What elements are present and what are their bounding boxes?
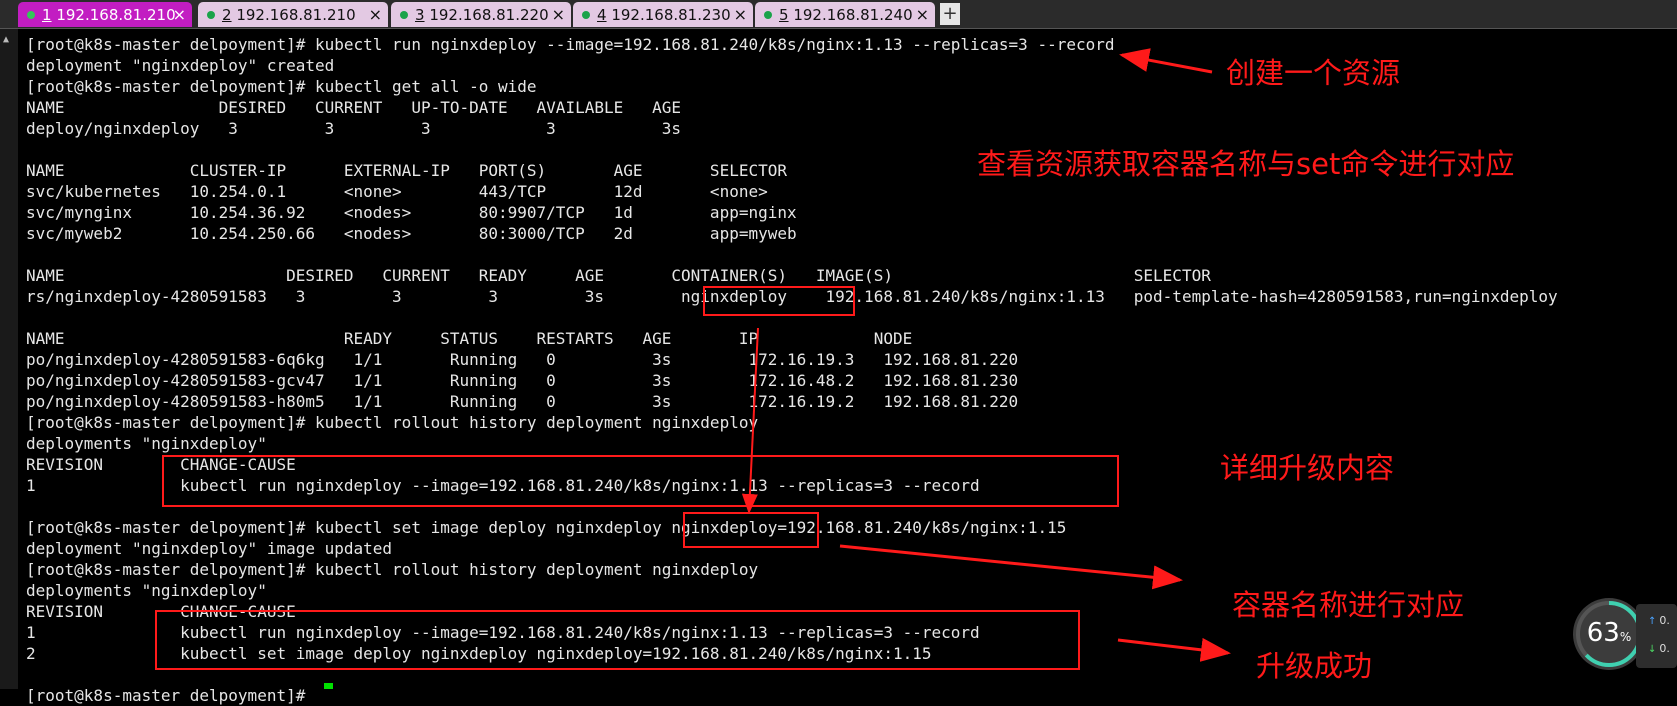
annotation-upgrade-details: 详细升级内容 bbox=[1220, 451, 1395, 485]
arrow-to-match-label bbox=[839, 544, 1183, 590]
upload-arrow-icon: ↑ bbox=[1648, 616, 1657, 627]
arrow-to-success-label bbox=[1117, 637, 1231, 662]
annotation-container-match: 容器名称进行对应 bbox=[1232, 588, 1465, 622]
download-speed: ↓ 0. bbox=[1648, 642, 1670, 655]
arrow-to-create-command bbox=[1119, 48, 1213, 74]
upload-speed: ↑ 0. bbox=[1648, 614, 1670, 627]
network-speed-panel: ↑ 0. ↓ 0. bbox=[1636, 604, 1677, 668]
gauge-percentage: 63% bbox=[1586, 618, 1632, 648]
annotation-upgrade-success: 升级成功 bbox=[1256, 649, 1373, 683]
annotation-view-resources: 查看资源获取容器名称与set命令进行对应 bbox=[977, 147, 1515, 181]
annotation-create-resource: 创建一个资源 bbox=[1226, 56, 1401, 90]
arrow-container-to-set bbox=[741, 327, 759, 514]
memory-usage-gauge[interactable]: 63% bbox=[1573, 598, 1645, 670]
download-arrow-icon: ↓ bbox=[1648, 644, 1657, 655]
